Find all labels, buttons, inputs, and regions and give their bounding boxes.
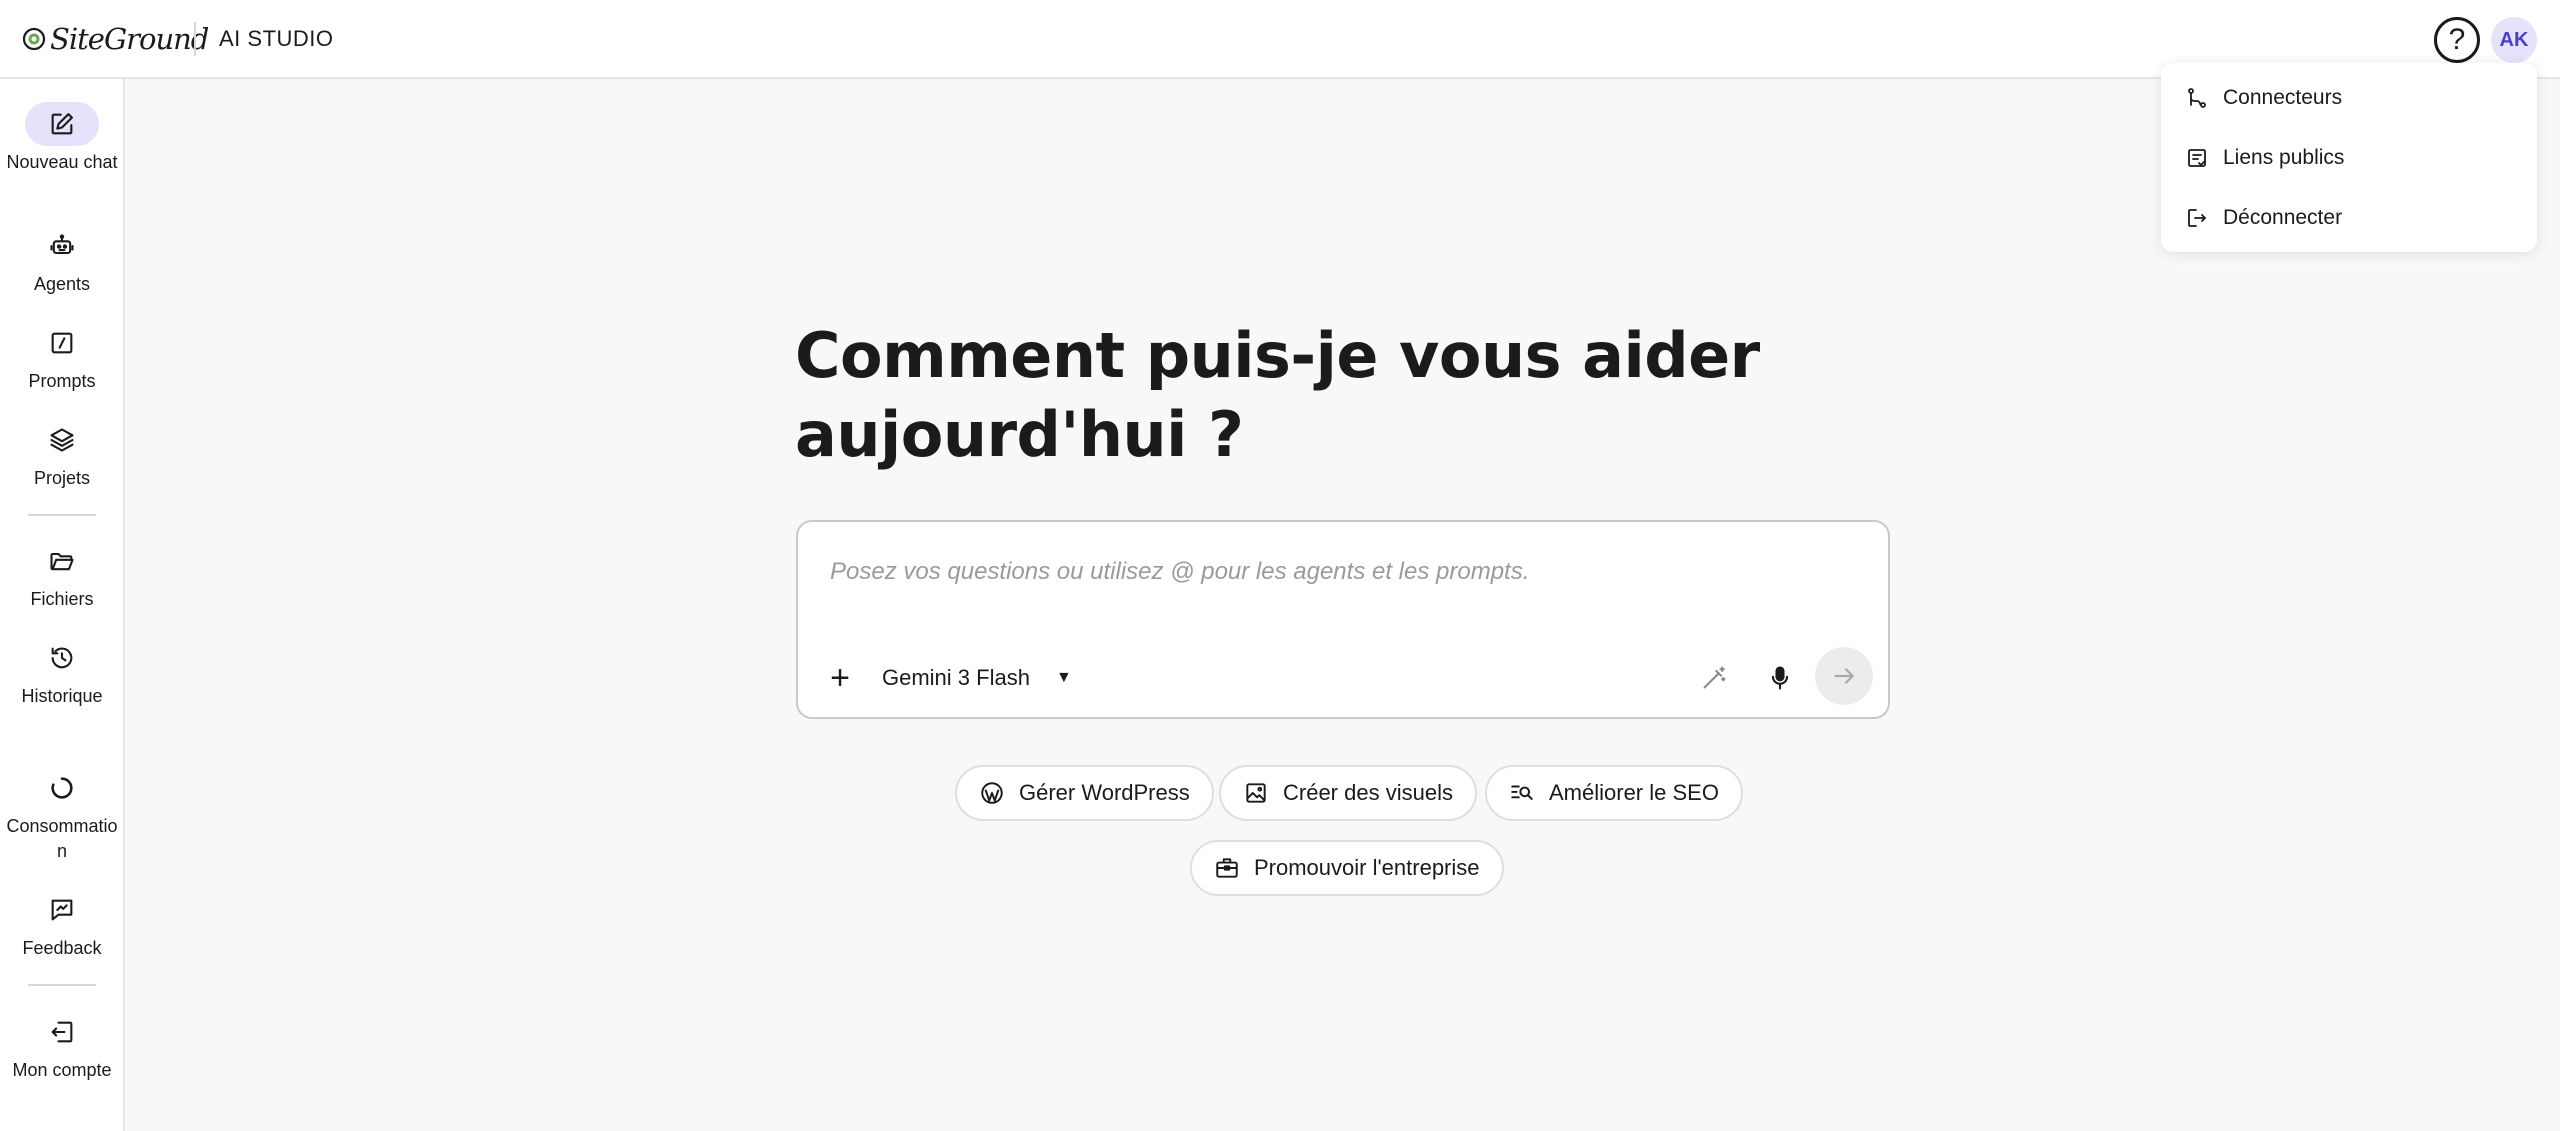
sidebar-item-label: Consommation — [6, 816, 118, 861]
brand-name: SiteGround — [50, 22, 209, 56]
feedback-icon — [25, 888, 99, 932]
sidebar: Nouveau chat Agents Prompts Projets Fich… — [0, 79, 125, 1131]
briefcase-icon — [1216, 858, 1238, 878]
sidebar-item-history[interactable]: Historique — [0, 636, 124, 709]
sidebar-divider — [28, 984, 96, 986]
connector-icon — [2188, 88, 2206, 108]
suggestion-promote-business[interactable]: Promouvoir l'entreprise — [1190, 840, 1504, 896]
sidebar-item-label: Agents — [33, 274, 91, 294]
caret-down-icon: ▼ — [1055, 669, 1072, 686]
suggestion-label: Gérer WordPress — [1019, 780, 1190, 805]
sidebar-item-label: Prompts — [28, 371, 96, 391]
magic-wand-icon — [1703, 666, 1726, 689]
public-link-icon — [2188, 149, 2206, 167]
menu-item-public-links[interactable]: Liens publics — [2161, 130, 2537, 186]
menu-item-logout[interactable]: Déconnecter — [2161, 190, 2537, 246]
prompt-icon — [25, 321, 99, 365]
add-attachment-button[interactable]: + — [818, 656, 862, 700]
suggestion-label: Créer des visuels — [1283, 780, 1453, 805]
sidebar-item-account[interactable]: Mon compte — [0, 1010, 124, 1083]
header-divider — [194, 22, 196, 56]
chat-input[interactable] — [830, 552, 1830, 592]
history-icon — [25, 636, 99, 680]
sidebar-divider — [28, 514, 96, 516]
suggestion-create-visuals[interactable]: Créer des visuels — [1219, 765, 1477, 821]
help-circle-icon: ? — [2448, 23, 2466, 56]
siteground-logo-icon — [22, 27, 46, 51]
suggestion-improve-seo[interactable]: Améliorer le SEO — [1485, 765, 1743, 821]
siteground-logo[interactable]: SiteGround — [22, 20, 209, 58]
model-name: Gemini 3 Flash — [882, 665, 1030, 690]
sidebar-item-feedback[interactable]: Feedback — [0, 888, 124, 961]
sidebar-item-label: Projets — [33, 468, 91, 488]
suggestion-label: Améliorer le SEO — [1549, 780, 1719, 805]
app-name: AI STUDIO — [219, 26, 334, 51]
page-title: Comment puis-je vous aider aujourd'hui ? — [795, 319, 1760, 471]
menu-item-label: Connecteurs — [2223, 86, 2343, 109]
help-button[interactable]: ? — [2434, 17, 2480, 63]
account-icon — [25, 1010, 99, 1054]
arrow-right-icon — [1834, 668, 1854, 684]
plus-icon: + — [830, 658, 850, 697]
chat-composer: + Gemini 3 Flash ▼ — [796, 520, 1890, 719]
model-selector[interactable]: Gemini 3 Flash ▼ — [882, 658, 1072, 698]
send-button[interactable] — [1815, 647, 1873, 705]
suggestion-manage-wordpress[interactable]: Gérer WordPress — [955, 765, 1214, 821]
folder-icon — [25, 539, 99, 583]
sidebar-item-files[interactable]: Fichiers — [0, 539, 124, 612]
account-menu: Connecteurs Liens publics Déconnecter — [2161, 63, 2537, 252]
sidebar-item-projects[interactable]: Projets — [0, 418, 124, 491]
suggestion-label: Promouvoir l'entreprise — [1254, 855, 1480, 880]
layers-icon — [25, 418, 99, 462]
search-list-icon — [1511, 785, 1533, 800]
edit-icon — [25, 102, 99, 146]
avatar[interactable]: AK — [2491, 17, 2537, 63]
image-icon — [1246, 783, 1266, 803]
usage-circle-icon — [25, 766, 99, 810]
sidebar-item-label: Mon compte — [12, 1060, 112, 1080]
sidebar-item-label: Historique — [21, 686, 103, 706]
sidebar-item-label: Fichiers — [30, 589, 94, 609]
sidebar-item-usage[interactable]: Consommation — [0, 766, 124, 864]
voice-input-button[interactable] — [1758, 656, 1802, 700]
wordpress-icon — [981, 782, 1003, 804]
menu-item-label: Déconnecter — [2223, 206, 2343, 229]
robot-icon — [25, 224, 99, 268]
sidebar-item-label: Nouveau chat — [6, 152, 118, 172]
menu-item-label: Liens publics — [2223, 146, 2345, 169]
sidebar-item-prompts[interactable]: Prompts — [0, 321, 124, 394]
menu-item-connectors[interactable]: Connecteurs — [2161, 70, 2537, 126]
logout-icon — [2188, 209, 2206, 227]
microphone-icon — [1771, 666, 1789, 690]
sidebar-item-agents[interactable]: Agents — [0, 224, 124, 297]
sidebar-item-new-chat[interactable]: Nouveau chat — [0, 102, 124, 175]
sidebar-item-label: Feedback — [22, 938, 102, 958]
enhance-prompt-button[interactable] — [1692, 656, 1736, 700]
